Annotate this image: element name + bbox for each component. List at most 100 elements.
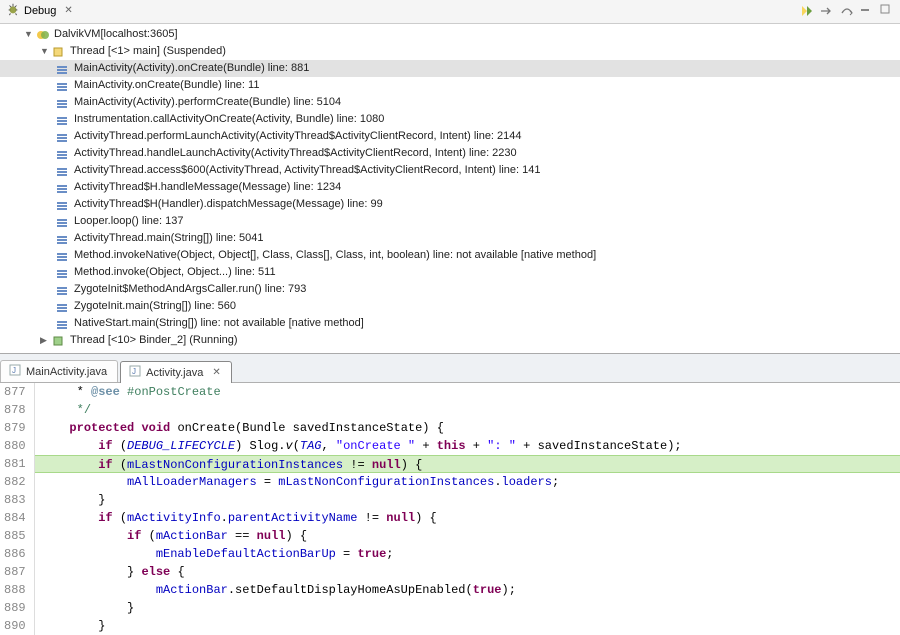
stack-frame[interactable]: ZygoteInit.main(String[]) line: 560 [0, 298, 900, 315]
tab-mainactivity[interactable]: J MainActivity.java [0, 360, 118, 382]
stack-frame-label: MainActivity(Activity).onCreate(Bundle) … [74, 61, 309, 76]
debug-view-title: Debug [24, 5, 56, 17]
line-number: 880 [4, 437, 26, 455]
stack-frame-icon [56, 97, 70, 109]
minimize-icon[interactable] [860, 4, 874, 18]
line-number: 889 [4, 599, 26, 617]
stack-frame[interactable]: MainActivity.onCreate(Bundle) line: 11 [0, 77, 900, 94]
vm-icon [36, 29, 50, 41]
code-line[interactable]: } [35, 491, 900, 509]
stack-frame-icon [56, 267, 70, 279]
stack-frame-label: ZygoteInit.main(String[]) line: 560 [74, 299, 236, 314]
stack-frame[interactable]: Method.invoke(Object, Object...) line: 5… [0, 264, 900, 281]
expand-icon[interactable]: ▼ [40, 44, 50, 59]
stack-frame-icon [56, 233, 70, 245]
close-icon[interactable]: ✕ [64, 5, 72, 16]
bug-icon [6, 2, 20, 19]
line-number: 882 [4, 473, 26, 491]
stack-frame-icon [56, 301, 70, 313]
stack-frame[interactable]: MainActivity(Activity).onCreate(Bundle) … [0, 60, 900, 77]
stack-frame[interactable]: Looper.loop() line: 137 [0, 213, 900, 230]
step-over-icon[interactable] [840, 4, 854, 18]
code-line[interactable]: } [35, 599, 900, 617]
line-number: 888 [4, 581, 26, 599]
editor-tab-bar: J MainActivity.java J Activity.java ✕ [0, 354, 900, 383]
code-line[interactable]: if (DEBUG_LIFECYCLE) Slog.v(TAG, "onCrea… [35, 437, 900, 455]
line-number: 890 [4, 617, 26, 635]
line-number: 886 [4, 545, 26, 563]
line-number: 877 [4, 383, 26, 401]
code-line[interactable]: * @see #onPostCreate [35, 383, 900, 401]
stack-frame-label: Method.invokeNative(Object, Object[], Cl… [74, 248, 596, 263]
debug-view-header: Debug ✕ [0, 0, 900, 24]
process-node[interactable]: ▼ DalvikVM[localhost:3605] [0, 26, 900, 43]
code-line[interactable]: */ [35, 401, 900, 419]
code-line[interactable]: if (mActivityInfo.parentActivityName != … [35, 509, 900, 527]
thread-main-node[interactable]: ▼ Thread [<1> main] (Suspended) [0, 43, 900, 60]
stack-frame-icon [56, 182, 70, 194]
stack-frame-icon [56, 216, 70, 228]
stack-frame-icon [56, 318, 70, 330]
stack-frame[interactable]: MainActivity(Activity).performCreate(Bun… [0, 94, 900, 111]
debug-view: Debug ✕ ▼ DalvikVM[localhost:3605] ▼ Thr… [0, 0, 900, 354]
tab-activity[interactable]: J Activity.java ✕ [120, 361, 232, 383]
stack-frame-label: Instrumentation.callActivityOnCreate(Act… [74, 112, 384, 127]
stack-frame-icon [56, 148, 70, 160]
line-number: 881 [4, 455, 26, 473]
step-icon[interactable] [820, 4, 834, 18]
stack-frame-icon [56, 199, 70, 211]
debug-stack-tree[interactable]: ▼ DalvikVM[localhost:3605] ▼ Thread [<1>… [0, 24, 900, 353]
line-number: 884 [4, 509, 26, 527]
line-number: 885 [4, 527, 26, 545]
stack-frame[interactable]: ActivityThread.main(String[]) line: 5041 [0, 230, 900, 247]
code-line[interactable]: } else { [35, 563, 900, 581]
line-gutter: 8778788798808818828838848858868878888898… [0, 383, 35, 635]
code-line[interactable]: } [35, 617, 900, 635]
stack-frame[interactable]: ZygoteInit$MethodAndArgsCaller.run() lin… [0, 281, 900, 298]
stack-frame-label: Looper.loop() line: 137 [74, 214, 183, 229]
line-number: 883 [4, 491, 26, 509]
stack-frame[interactable]: Instrumentation.callActivityOnCreate(Act… [0, 111, 900, 128]
code-line[interactable]: protected void onCreate(Bundle savedInst… [35, 419, 900, 437]
debug-toolbar [800, 4, 894, 18]
stack-frame[interactable]: ActivityThread.performLaunchActivity(Act… [0, 128, 900, 145]
stack-frame-label: ActivityThread.performLaunchActivity(Act… [74, 129, 522, 144]
stack-frame-icon [56, 131, 70, 143]
thread-running-icon [52, 335, 66, 347]
stack-frame-label: MainActivity(Activity).performCreate(Bun… [74, 95, 341, 110]
stack-frame-icon [56, 114, 70, 126]
stack-frame-icon [56, 250, 70, 262]
thread-icon [52, 46, 66, 58]
code-line[interactable]: mEnableDefaultActionBarUp = true; [35, 545, 900, 563]
code-editor[interactable]: 8778788798808818828838848858868878888898… [0, 383, 900, 635]
expand-icon[interactable]: ▼ [24, 27, 34, 42]
java-file-icon: J [129, 365, 141, 380]
stack-frame-icon [56, 165, 70, 177]
stack-frame-label: ZygoteInit$MethodAndArgsCaller.run() lin… [74, 282, 306, 297]
line-number: 879 [4, 419, 26, 437]
stack-frame-label: ActivityThread.access$600(ActivityThread… [74, 163, 540, 178]
stack-frame[interactable]: ActivityThread.access$600(ActivityThread… [0, 162, 900, 179]
stack-frame[interactable]: NativeStart.main(String[]) line: not ava… [0, 315, 900, 332]
code-line[interactable]: mAllLoaderManagers = mLastNonConfigurati… [35, 473, 900, 491]
code-line[interactable]: if (mActionBar == null) { [35, 527, 900, 545]
stack-frame[interactable]: Method.invokeNative(Object, Object[], Cl… [0, 247, 900, 264]
resume-icon[interactable] [800, 4, 814, 18]
expand-icon[interactable]: ▶ [40, 333, 50, 348]
thread-binder-node[interactable]: ▶ Thread [<10> Binder_2] (Running) [0, 332, 900, 349]
stack-frame[interactable]: ActivityThread.handleLaunchActivity(Acti… [0, 145, 900, 162]
maximize-icon[interactable] [880, 4, 894, 18]
line-number: 878 [4, 401, 26, 419]
stack-frame-label: Method.invoke(Object, Object...) line: 5… [74, 265, 276, 280]
code-line[interactable]: mActionBar.setDefaultDisplayHomeAsUpEnab… [35, 581, 900, 599]
svg-text:J: J [12, 366, 16, 375]
code-area[interactable]: * @see #onPostCreate */ protected void o… [35, 383, 900, 635]
code-line[interactable]: if (mLastNonConfigurationInstances != nu… [35, 455, 900, 473]
svg-text:J: J [132, 367, 136, 376]
stack-frame-label: ActivityThread.handleLaunchActivity(Acti… [74, 146, 517, 161]
stack-frame-label: ActivityThread.main(String[]) line: 5041 [74, 231, 264, 246]
stack-frame[interactable]: ActivityThread$H.handleMessage(Message) … [0, 179, 900, 196]
close-icon[interactable]: ✕ [212, 367, 220, 378]
stack-frame[interactable]: ActivityThread$H(Handler).dispatchMessag… [0, 196, 900, 213]
stack-frame-icon [56, 80, 70, 92]
